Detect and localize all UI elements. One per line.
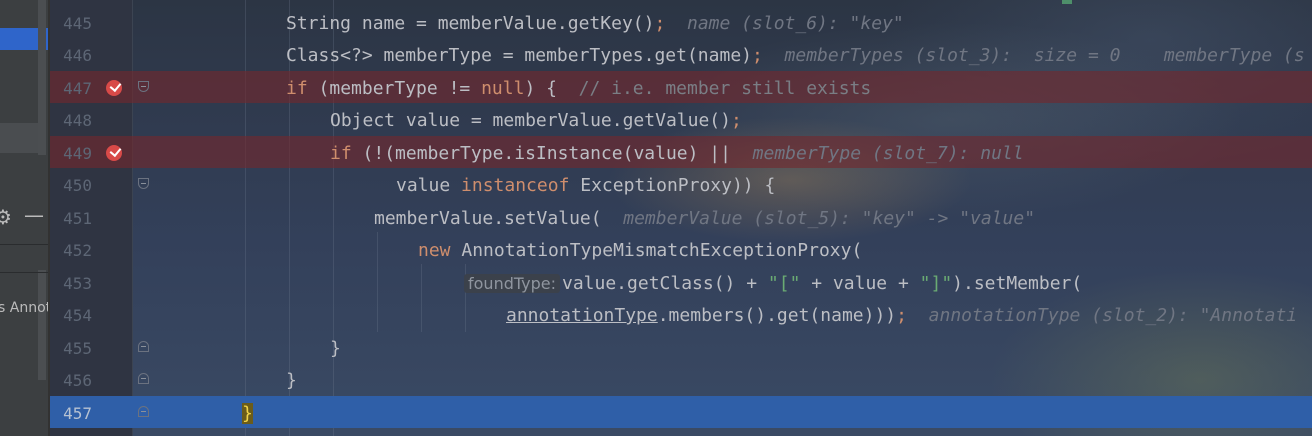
code-text[interactable]: memberValue.setValue( memberValue (slot_… [374, 208, 1035, 229]
change-marker [1062, 0, 1072, 4]
panel-divider [0, 272, 48, 273]
code-editor[interactable]: 445 String name = memberValue.getKey(); … [50, 0, 1312, 436]
fold-marker-icon[interactable] [138, 406, 149, 417]
inline-debug-value: memberValue (slot_5): "key" -> "value" [623, 208, 1036, 229]
fold-marker-icon[interactable] [138, 81, 149, 92]
code-line[interactable]: 448 Object value = memberValue.getValue(… [50, 103, 1312, 135]
side-scrollbar[interactable] [38, 0, 46, 155]
panel-divider [0, 244, 48, 245]
line-number[interactable]: 446 [50, 46, 92, 65]
line-number[interactable]: 445 [50, 14, 92, 33]
field-reference[interactable]: annotationType [506, 305, 658, 326]
code-text[interactable]: annotationType.members().get(name))); an… [506, 305, 1297, 326]
code-text[interactable]: if (!(memberType.isInstance(value) || me… [330, 143, 1024, 164]
breakpoint-icon[interactable] [106, 145, 122, 161]
fold-marker-icon[interactable] [138, 341, 149, 352]
line-number[interactable]: 448 [50, 111, 92, 130]
line-number[interactable]: 451 [50, 209, 92, 228]
line-number[interactable]: 455 [50, 339, 92, 358]
tree-item-label[interactable]: s Annot [0, 300, 50, 316]
code-text[interactable]: } [330, 338, 341, 359]
code-line[interactable]: 452 new AnnotationTypeMismatchExceptionP… [50, 233, 1312, 265]
breakpoint-icon[interactable] [106, 80, 122, 96]
line-number[interactable]: 456 [50, 371, 92, 390]
code-text[interactable]: } [242, 403, 253, 424]
code-line[interactable]: 451 memberValue.setValue( memberValue (s… [50, 201, 1312, 233]
side-scrollbar-lower[interactable] [38, 270, 46, 380]
line-number[interactable]: 457 [50, 404, 92, 423]
line-number[interactable]: 450 [50, 176, 92, 195]
code-text[interactable]: new AnnotationTypeMismatchExceptionProxy… [418, 240, 862, 261]
code-line-breakpoint[interactable]: 449 if (!(memberType.isInstance(value) |… [50, 136, 1312, 168]
code-line-breakpoint[interactable]: 447 if (memberType != null) { // i.e. me… [50, 71, 1312, 103]
minus-icon[interactable]: — [24, 203, 44, 227]
inline-debug-value: memberTypes (slot_3): size = 0 memberTyp… [784, 45, 1305, 66]
code-line[interactable]: 455 } [50, 331, 1312, 363]
code-line[interactable]: 450 value instanceof ExceptionProxy)) { [50, 168, 1312, 200]
code-text[interactable]: value instanceof ExceptionProxy)) { [396, 175, 775, 196]
project-side-panel: ⚙ — s Annot [0, 0, 50, 436]
code-line[interactable]: 446 Class<?> memberType = memberTypes.ge… [50, 38, 1312, 70]
line-number[interactable]: 454 [50, 306, 92, 325]
code-text[interactable]: if (memberType != null) { // i.e. member… [286, 78, 871, 99]
inline-debug-value: name (slot_6): "key" [687, 13, 904, 34]
code-text[interactable]: String name = memberValue.getKey(); name… [286, 13, 904, 34]
line-number[interactable]: 453 [50, 274, 92, 293]
code-line[interactable]: 456 } [50, 363, 1312, 395]
code-text[interactable]: Object value = memberValue.getValue(); [330, 110, 742, 131]
code-line[interactable]: 454 annotationType.members().get(name)))… [50, 298, 1312, 330]
line-number[interactable]: 447 [50, 79, 92, 98]
parameter-hint: foundType: [464, 274, 560, 293]
tree-item-highlight[interactable] [0, 123, 38, 153]
code-line[interactable]: 445 String name = memberValue.getKey(); … [50, 6, 1312, 38]
code-text[interactable]: Class<?> memberType = memberTypes.get(na… [286, 45, 1305, 66]
inline-debug-value: annotationType (slot_2): "Annotati [928, 305, 1298, 326]
current-execution-line[interactable]: 457 } [50, 396, 1312, 428]
code-line[interactable]: 453 foundType: value.getClass() + "[" + v… [50, 266, 1312, 298]
inline-debug-value: memberType (slot_7): null [752, 143, 1024, 164]
line-number[interactable]: 452 [50, 241, 92, 260]
gear-icon[interactable]: ⚙ [0, 205, 12, 229]
matched-brace: } [242, 403, 253, 424]
fold-marker-icon[interactable] [138, 178, 149, 189]
code-text[interactable]: } [286, 370, 297, 391]
line-number[interactable]: 449 [50, 144, 92, 163]
code-text[interactable]: foundType: value.getClass() + "[" + value… [464, 273, 1082, 294]
fold-marker-icon[interactable] [138, 373, 149, 384]
